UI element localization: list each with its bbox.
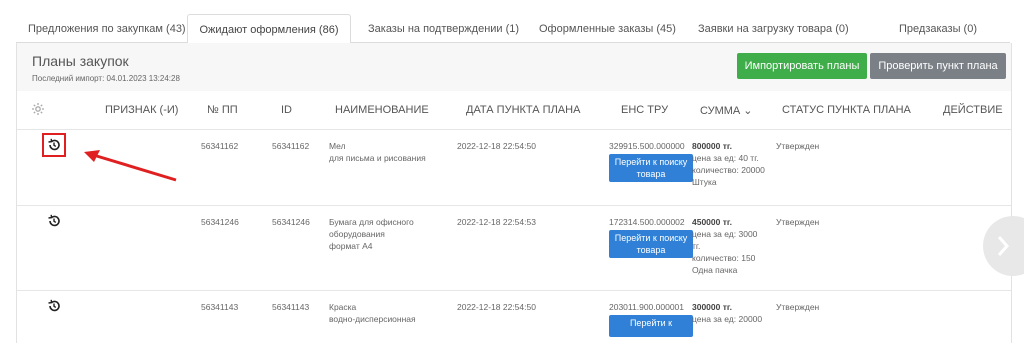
col-action[interactable]: ДЕЙСТВИЕ (943, 104, 1003, 116)
col-status[interactable]: СТАТУС ПУНКТА ПЛАНА (782, 104, 911, 116)
ens-code: 203011.900.000001 (609, 302, 685, 312)
row-name-line: Бумага для офисного (329, 217, 414, 227)
col-name[interactable]: НАИМЕНОВАНИЕ (335, 104, 429, 116)
row-name: Мел для письма и рисования (329, 140, 426, 164)
row-ens: 329915.500.000000 Перейти к поиску товар… (609, 140, 695, 182)
go-to-product-search-button[interactable]: Перейти к поиску товара (609, 230, 693, 258)
table-row: 56341143 56341143 Краска водно-дисперсио… (17, 291, 1011, 351)
go-to-product-search-button[interactable]: Перейти к (609, 315, 693, 337)
history-icon[interactable] (47, 299, 61, 313)
tab-completed-orders[interactable]: Оформленные заказы (45) (539, 14, 676, 42)
row-number: 56341143 (201, 302, 239, 312)
unit-price: цена за ед: 40 тг. (692, 153, 759, 163)
sum-total: 800000 тг. (692, 141, 732, 151)
row-date: 2022-12-18 22:54:50 (457, 141, 536, 151)
col-id[interactable]: ID (281, 104, 292, 116)
col-number[interactable]: № ПП (207, 104, 238, 116)
row-name-line: Краска (329, 302, 357, 312)
table-header: ПРИЗНАК (-И) № ПП ID НАИМЕНОВАНИЕ ДАТА П… (17, 91, 1011, 130)
go-to-product-search-button[interactable]: Перейти к поиску товара (609, 154, 693, 182)
row-name: Бумага для офисного оборудования формат … (329, 216, 414, 252)
col-sign[interactable]: ПРИЗНАК (-И) (105, 104, 178, 116)
row-id: 56341162 (272, 141, 310, 151)
ens-code: 172314.500.000002 (609, 217, 685, 227)
row-status: Утвержден (776, 217, 820, 227)
row-status: Утвержден (776, 141, 820, 151)
check-plan-item-button[interactable]: Проверить пункт плана (870, 53, 1006, 79)
row-name-line: Мел (329, 141, 346, 151)
gear-icon[interactable] (31, 102, 45, 116)
tab-upload-requests[interactable]: Заявки на загрузку товара (0) (698, 14, 849, 42)
row-sum: 450000 тг. цена за ед: 3000 тг. количест… (692, 216, 764, 276)
quantity: количество: 20000 (692, 165, 765, 175)
red-arrow-annotation (84, 150, 177, 182)
row-name-line: для письма и рисования (329, 153, 426, 163)
tab-awaiting-registration[interactable]: Ожидают оформления (86) (187, 14, 351, 44)
sum-total: 450000 тг. (692, 217, 732, 227)
import-plans-button[interactable]: Импортировать планы (737, 53, 867, 79)
tab-orders-confirmation[interactable]: Заказы на подтверждении (1) (368, 14, 519, 42)
row-id: 56341143 (272, 302, 310, 312)
unit: Одна пачка (692, 265, 738, 275)
row-id: 56341246 (272, 217, 310, 227)
tab-bar: Предложения по закупкам (43) Ожидают офо… (16, 14, 1010, 44)
row-date: 2022-12-18 22:54:50 (457, 302, 536, 312)
row-sum: 300000 тг. цена за ед: 20000 (692, 301, 772, 325)
unit-price: цена за ед: 20000 (692, 314, 763, 324)
col-ens[interactable]: ЕНС ТРУ (621, 104, 668, 116)
chevron-right-icon (997, 236, 1010, 256)
row-name-line: водно-дисперсионная (329, 314, 416, 324)
history-icon[interactable] (42, 133, 66, 157)
sum-total: 300000 тг. (692, 302, 732, 312)
panel-title: Планы закупок (32, 53, 129, 69)
row-status: Утвержден (776, 302, 820, 312)
col-date[interactable]: ДАТА ПУНКТА ПЛАНА (466, 104, 580, 116)
tab-purchase-proposals[interactable]: Предложения по закупкам (43) (28, 14, 186, 42)
last-import-text: Последний импорт: 04.01.2023 13:24:28 (32, 74, 180, 83)
table-row: 56341246 56341246 Бумага для офисного об… (17, 206, 1011, 291)
ens-code: 329915.500.000000 (609, 141, 685, 151)
quantity: количество: 150 (692, 253, 756, 263)
purchase-plans-panel: Планы закупок Последний импорт: 04.01.20… (16, 43, 1012, 351)
tab-preorders[interactable]: Предзаказы (0) (899, 14, 977, 42)
row-number: 56341246 (201, 217, 239, 227)
panel-header: Планы закупок Последний импорт: 04.01.20… (17, 43, 1011, 92)
row-number: 56341162 (201, 141, 239, 151)
row-name-line: оборудования (329, 229, 385, 239)
unit: Штука (692, 177, 717, 187)
row-date: 2022-12-18 22:54:53 (457, 217, 536, 227)
row-ens: 172314.500.000002 Перейти к поиску товар… (609, 216, 695, 258)
row-name-line: формат А4 (329, 241, 373, 251)
col-sum[interactable]: СУММА ⌄ (700, 104, 753, 117)
unit-price: цена за ед: 3000 тг. (692, 229, 758, 251)
row-ens: 203011.900.000001 Перейти к (609, 301, 695, 337)
row-sum: 800000 тг. цена за ед: 40 тг. количество… (692, 140, 772, 188)
history-icon[interactable] (47, 214, 61, 228)
row-name: Краска водно-дисперсионная (329, 301, 416, 325)
